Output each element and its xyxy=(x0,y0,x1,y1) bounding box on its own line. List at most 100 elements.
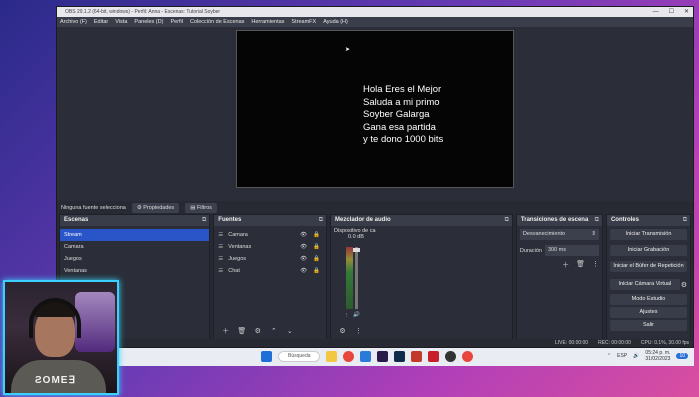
eye-icon[interactable]: 👁 xyxy=(300,241,307,253)
start-virtual-camera-button[interactable]: Iniciar Cámara Virtual xyxy=(609,279,680,290)
controls-header: Controles ⧉ xyxy=(606,215,690,226)
close-button[interactable]: ✕ xyxy=(684,7,689,17)
start-replay-buffer-button[interactable]: Iniciar el Búfer de Repetición xyxy=(609,261,687,272)
obs-icon[interactable] xyxy=(445,351,456,362)
menu-coleccion-escenas[interactable]: Colección de Escenas xyxy=(190,17,244,27)
volume-slider-track[interactable] xyxy=(355,247,358,309)
speaker-icon[interactable]: 🔊 xyxy=(353,312,360,318)
no-source-label: Ninguna fuente selecciona xyxy=(61,205,126,211)
mouse-cursor-icon: ➤ xyxy=(345,47,351,53)
menu-archivo[interactable]: Archivo (F) xyxy=(60,17,87,27)
menu-ayuda[interactable]: Ayuda (H) xyxy=(323,17,348,27)
chrome-icon[interactable] xyxy=(343,351,354,362)
source-type-icon: ☰ xyxy=(218,256,224,262)
undock-icon[interactable]: ⧉ xyxy=(683,215,687,226)
eye-icon[interactable]: 👁 xyxy=(300,253,307,265)
more-options-icon[interactable]: ⋮ xyxy=(353,326,364,337)
scene-item-juegos[interactable]: Juegos xyxy=(60,253,209,265)
vscode-icon[interactable] xyxy=(360,351,371,362)
scenes-title: Escenas xyxy=(64,217,89,223)
chevron-down-icon[interactable]: ⌄ xyxy=(284,326,295,337)
menu-streamfx[interactable]: StreamFX xyxy=(291,17,316,27)
start-recording-button[interactable]: Iniciar Grabación xyxy=(609,245,687,256)
speaker-icon[interactable]: 🔊 xyxy=(633,353,639,359)
windows-taskbar: Búsqueda ⌃ ESP 🔊 05:24 p. m. 31/02/2023 … xyxy=(56,348,694,366)
premiere-icon[interactable] xyxy=(377,351,388,362)
updown-icon: ⇕ xyxy=(591,231,596,237)
clock[interactable]: 05:24 p. m. 31/02/2023 xyxy=(645,350,670,362)
undock-icon[interactable]: ⧉ xyxy=(202,215,206,226)
photoshop-icon[interactable] xyxy=(394,351,405,362)
chrome-icon[interactable] xyxy=(462,351,473,362)
properties-label: Propiedades xyxy=(143,205,175,211)
virtual-camera-settings-icon[interactable]: ⚙ xyxy=(681,281,690,289)
menu-editar[interactable]: Editar xyxy=(94,17,108,27)
gear-icon[interactable]: ⚙ xyxy=(252,326,263,337)
exit-button[interactable]: Salir xyxy=(609,320,687,331)
shirt-logo: ƧOME∃ xyxy=(35,375,76,386)
notification-badge[interactable]: 10 xyxy=(676,353,688,359)
start-menu-icon[interactable] xyxy=(261,351,272,362)
more-options-icon[interactable]: ⋮ xyxy=(592,260,599,270)
app-icon[interactable] xyxy=(428,351,439,362)
minimize-button[interactable]: — xyxy=(653,7,659,17)
duration-input[interactable]: 300 ms xyxy=(544,245,599,256)
add-icon[interactable]: ＋ xyxy=(562,260,569,270)
sources-header: Fuentes ⧉ xyxy=(214,215,326,226)
filter-icon: ▤ xyxy=(190,205,197,211)
source-item-ventanas[interactable]: ☰ Ventanas 👁 🔒 xyxy=(214,241,326,253)
source-item-juegos[interactable]: ☰ Juegos 👁 🔒 xyxy=(214,253,326,265)
add-icon[interactable]: ＋ xyxy=(220,326,231,337)
properties-button[interactable]: ⚙ Propiedades xyxy=(131,203,180,213)
taskbar-search[interactable]: Búsqueda xyxy=(278,351,320,362)
more-options-icon[interactable]: ⋮ xyxy=(344,313,350,319)
app-icon[interactable] xyxy=(411,351,422,362)
undock-icon[interactable]: ⧉ xyxy=(505,215,509,226)
lock-icon[interactable]: 🔒 xyxy=(313,253,320,265)
start-streaming-button[interactable]: Iniciar Transmisión xyxy=(609,229,687,240)
volume-meter xyxy=(346,247,353,309)
live-status: LIVE: 00:00:00 xyxy=(555,340,589,346)
lock-icon[interactable]: 🔒 xyxy=(313,265,320,277)
eye-icon[interactable]: 👁 xyxy=(300,229,307,241)
trash-icon[interactable]: 🗑 xyxy=(576,260,585,270)
chevron-up-icon[interactable]: ⌃ xyxy=(607,353,611,359)
maximize-button[interactable]: ☐ xyxy=(669,7,674,17)
trash-icon[interactable]: 🗑 xyxy=(236,326,247,337)
filters-button[interactable]: ▤ Filtros xyxy=(185,203,217,213)
source-label: Ventanas xyxy=(228,244,252,250)
scenes-header: Escenas ⧉ xyxy=(60,215,210,226)
scene-item-stream[interactable]: Stream xyxy=(60,229,210,241)
scene-item-camara[interactable]: Camara xyxy=(60,241,209,253)
title-bar: OBS 29.1.2 (64-bit, windows) - Perfil: A… xyxy=(57,7,693,17)
settings-button[interactable]: Ajustes xyxy=(609,307,687,318)
source-item-camara[interactable]: ☰ Camara 👁 🔒 xyxy=(214,229,326,241)
source-type-icon: ☰ xyxy=(218,232,224,238)
volume-slider-handle[interactable] xyxy=(353,248,360,252)
chevron-up-icon[interactable]: ⌃ xyxy=(268,326,279,337)
lock-icon[interactable]: 🔒 xyxy=(313,229,320,241)
eye-icon[interactable]: 👁 xyxy=(300,265,307,277)
chat-overlay-text: Hola Eres el Mejor Saluda a mi primo Soy… xyxy=(363,84,444,145)
controls-title: Controles xyxy=(610,217,639,223)
file-explorer-icon[interactable] xyxy=(326,351,337,362)
undock-icon[interactable]: ⧉ xyxy=(595,215,599,226)
menu-perfil[interactable]: Perfil xyxy=(170,17,183,27)
source-toolbar: Ninguna fuente selecciona ⚙ Propiedades … xyxy=(57,201,693,215)
headset-icon xyxy=(29,298,81,338)
source-item-chat[interactable]: ☰ Chat 👁 🔒 xyxy=(214,265,326,277)
mixer-settings-icon[interactable]: ⚙ xyxy=(337,326,348,337)
menu-paneles[interactable]: Paneles (D) xyxy=(134,17,163,27)
language-indicator[interactable]: ESP xyxy=(617,353,627,359)
transition-select[interactable]: Desvanecimiento ⇕ xyxy=(519,229,599,240)
undock-icon[interactable]: ⧉ xyxy=(319,215,323,226)
search-placeholder: Búsqueda xyxy=(288,353,311,359)
scene-item-ventanas[interactable]: Ventanas xyxy=(60,265,209,277)
system-tray: ⌃ ESP 🔊 05:24 p. m. 31/02/2023 10 xyxy=(607,350,688,362)
lock-icon[interactable]: 🔒 xyxy=(313,241,320,253)
rec-status: REC: 00:00:00 xyxy=(598,340,631,346)
menu-vista[interactable]: Vista xyxy=(115,17,127,27)
studio-mode-button[interactable]: Modo Estudio xyxy=(609,294,687,305)
program-preview[interactable]: ➤ Hola Eres el Mejor Saluda a mi primo S… xyxy=(236,30,514,188)
menu-herramientas[interactable]: Herramientas xyxy=(251,17,284,27)
